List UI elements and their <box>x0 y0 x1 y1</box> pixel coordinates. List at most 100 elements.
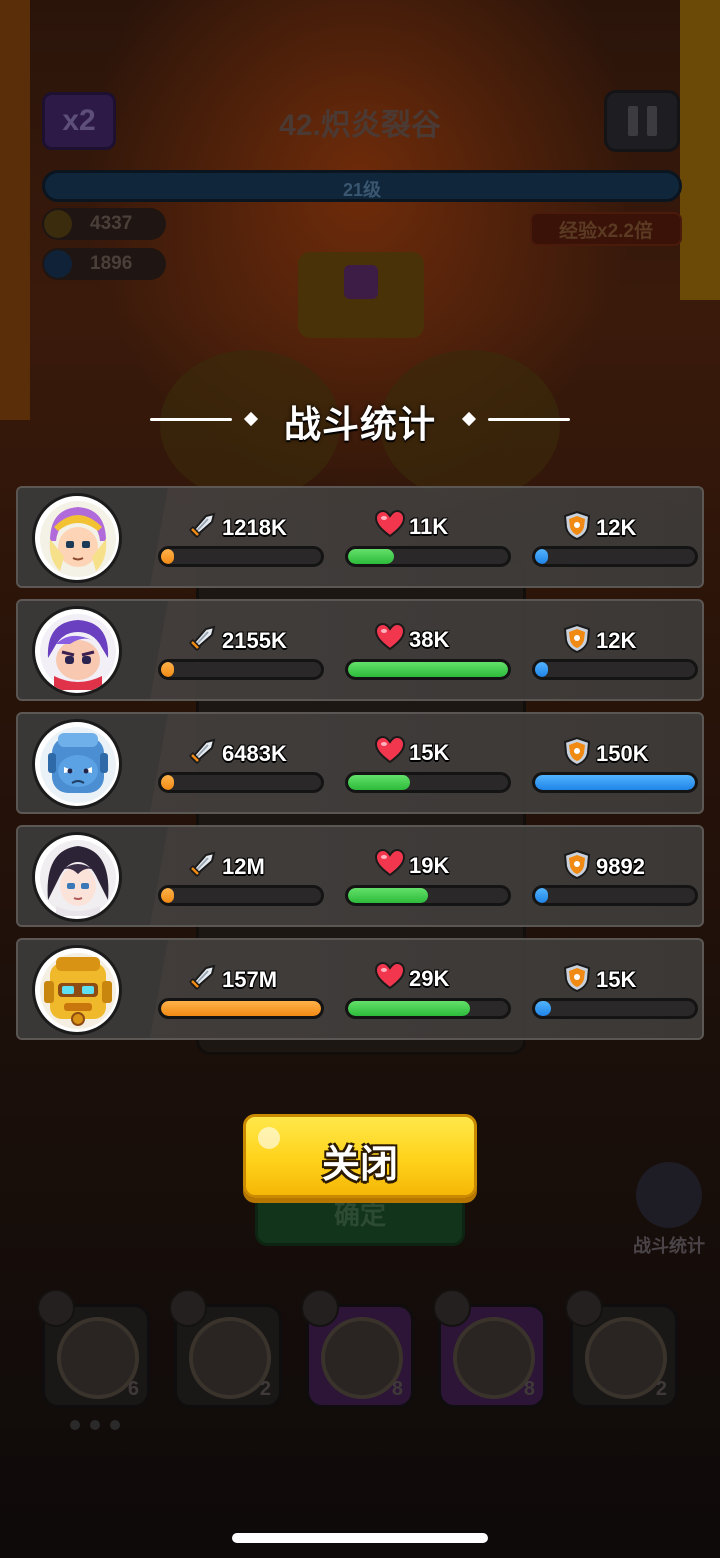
bar-chart-icon <box>636 1162 702 1228</box>
damage-stat: 6483K <box>158 714 324 812</box>
modal-title-text: 战斗统计 <box>284 404 436 445</box>
shield-stat-value: 12K <box>596 514 637 540</box>
damage-stat: 12M <box>158 827 324 925</box>
skill-icon <box>585 1317 667 1399</box>
damage-stat-bar <box>158 659 324 680</box>
shield-icon <box>562 962 592 997</box>
healing-stat-bar <box>345 885 511 906</box>
damage-stat: 1218K <box>158 488 324 586</box>
heart-icon <box>374 848 406 882</box>
healing-stat-bar-fill <box>348 662 508 677</box>
hero-mini-avatar <box>433 1289 471 1327</box>
shield-icon <box>562 623 592 658</box>
damage-stat-bar <box>158 885 324 906</box>
heart-icon <box>374 735 406 769</box>
modal-title: 战斗统计 <box>0 394 720 446</box>
healing-stat-bar-fill <box>348 888 428 903</box>
hero-avatar <box>32 945 122 1035</box>
xp-bar: 21级 <box>42 170 682 202</box>
healing-stat: 11K <box>345 488 511 586</box>
shield-stat-bar <box>532 998 698 1019</box>
damage-stat-value: 1218K <box>222 514 287 540</box>
healing-stat-bar-fill <box>348 1001 470 1016</box>
damage-stat-bar-fill <box>161 549 174 564</box>
speed-multiplier-badge: x2 <box>42 92 116 150</box>
page-dots <box>70 1420 120 1430</box>
shield-stat-bar-fill <box>535 775 695 790</box>
damage-stat-value: 6483K <box>222 740 287 766</box>
hero-mini-avatar <box>565 1289 603 1327</box>
battle-stats-shortcut: 战斗统计 <box>624 1162 714 1258</box>
damage-stat-bar <box>158 546 324 567</box>
hero-mini-avatar <box>37 1289 75 1327</box>
shield-stat-bar <box>532 772 698 793</box>
shield-stat-bar <box>532 885 698 906</box>
skill-slot: 2 <box>169 1289 282 1408</box>
sword-icon <box>188 962 218 997</box>
gold-counter: 4337 <box>42 208 166 240</box>
healing-stat-bar <box>345 546 511 567</box>
skill-slot: 8 <box>433 1289 546 1408</box>
pause-button <box>604 90 680 152</box>
damage-stat-bar <box>158 772 324 793</box>
healing-stat-value: 19K <box>409 852 450 878</box>
damage-stat: 157M <box>158 940 324 1038</box>
shield-icon <box>562 849 592 884</box>
shield-stat: 15K <box>532 940 698 1038</box>
healing-stat-bar <box>345 998 511 1019</box>
skill-icon <box>321 1317 403 1399</box>
shield-stat-bar <box>532 659 698 680</box>
shield-stat-value: 12K <box>596 627 637 653</box>
level-title: 42.炽炎裂谷 <box>279 109 441 142</box>
sword-icon <box>188 623 218 658</box>
damage-stat-value: 2155K <box>222 627 287 653</box>
shield-stat: 12K <box>532 601 698 699</box>
hero-stat-row: 2155K 38K 12K <box>16 599 704 701</box>
close-button[interactable]: 关闭 <box>243 1114 477 1198</box>
skill-icon <box>453 1317 535 1399</box>
close-button-label: 关闭 <box>321 1144 398 1186</box>
shield-stat-bar-fill <box>535 1001 551 1016</box>
shield-stat-value: 9892 <box>596 853 645 879</box>
healing-stat-bar <box>345 659 511 680</box>
shield-stat-value: 15K <box>596 966 637 992</box>
sword-icon <box>188 510 218 545</box>
heart-icon <box>374 509 406 543</box>
skill-slot: 6 <box>37 1289 150 1408</box>
damage-stat-bar-fill <box>161 1001 321 1016</box>
heart-icon <box>374 961 406 995</box>
sword-icon <box>188 736 218 771</box>
healing-stat-bar-fill <box>348 775 411 790</box>
damage-stat-value: 12M <box>222 853 265 879</box>
shield-stat: 150K <box>532 714 698 812</box>
coin-icon <box>44 210 72 238</box>
shield-stat: 9892 <box>532 827 698 925</box>
hero-avatar <box>32 719 122 809</box>
skill-slot: 8 <box>301 1289 414 1408</box>
shield-stat-bar <box>532 546 698 567</box>
hero-stat-row: 12M 19K 9892 <box>16 825 704 927</box>
shield-stat-bar-fill <box>535 549 548 564</box>
hero-avatar <box>32 606 122 696</box>
gem-icon <box>44 250 72 278</box>
exp-boost-badge: 经验x2.2倍 <box>530 212 682 246</box>
hero-mini-avatar <box>301 1289 339 1327</box>
healing-stat-value: 11K <box>409 513 449 539</box>
hero-mini-avatar <box>169 1289 207 1327</box>
skill-icon <box>57 1317 139 1399</box>
healing-stat-bar <box>345 772 511 793</box>
xp-level-label: 21级 <box>342 180 382 200</box>
healing-stat-value: 29K <box>409 965 450 991</box>
damage-stat: 2155K <box>158 601 324 699</box>
damage-stat-value: 157M <box>222 966 278 992</box>
healing-stat: 19K <box>345 827 511 925</box>
damage-stat-bar-fill <box>161 888 174 903</box>
hero-avatar <box>32 493 122 583</box>
healing-stat: 15K <box>345 714 511 812</box>
shield-stat-value: 150K <box>596 740 649 766</box>
home-indicator <box>232 1533 488 1543</box>
shield-stat: 12K <box>532 488 698 586</box>
damage-stat-bar <box>158 998 324 1019</box>
skill-icon <box>189 1317 271 1399</box>
hero-stat-row: 1218K 11K 12K <box>16 486 704 588</box>
